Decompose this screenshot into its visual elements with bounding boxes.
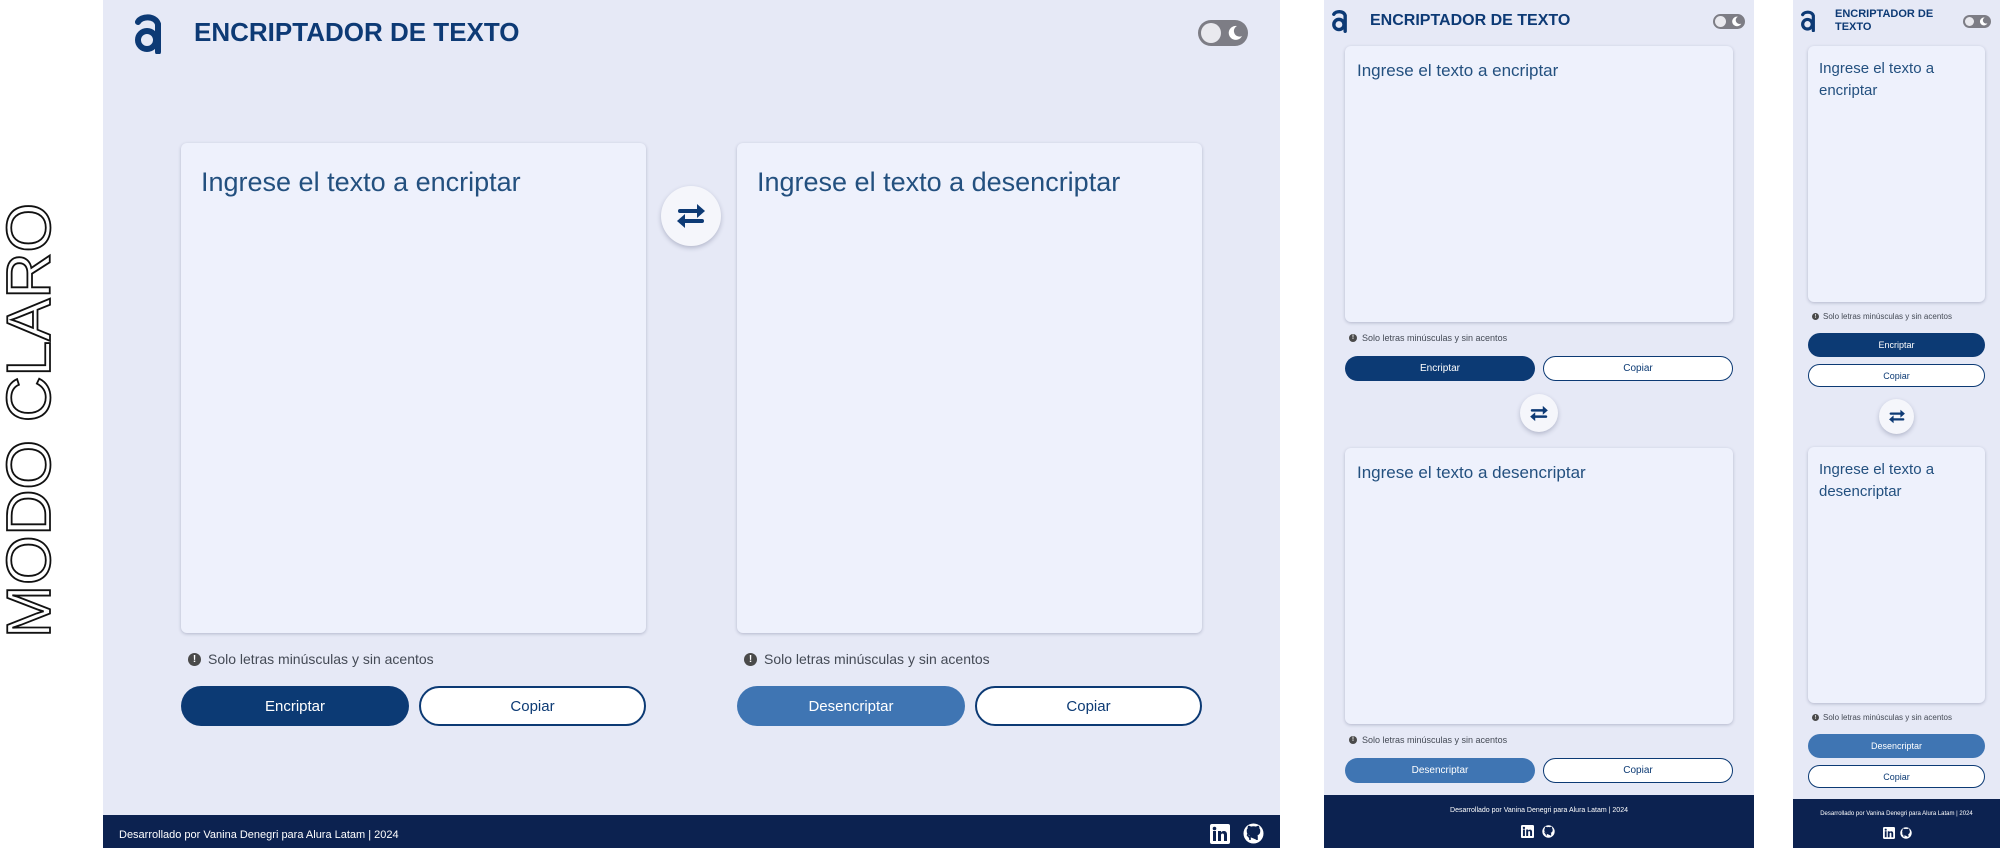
github-icon[interactable] bbox=[1900, 827, 1912, 839]
linkedin-icon[interactable] bbox=[1521, 825, 1534, 838]
alura-a-logo-icon bbox=[1801, 10, 1815, 32]
linkedin-icon[interactable] bbox=[1883, 827, 1895, 839]
github-icon[interactable] bbox=[1243, 823, 1264, 844]
encrypt-hint: ! Solo letras minúsculas y sin acentos bbox=[1349, 333, 1507, 343]
app-title: ENCRIPTADOR DE TEXTO bbox=[1370, 12, 1571, 29]
encrypt-button[interactable]: Encriptar bbox=[181, 686, 409, 726]
info-icon: ! bbox=[1812, 714, 1819, 721]
encrypt-hint: ! Solo letras minúsculas y sin acentos bbox=[188, 651, 434, 667]
info-icon: ! bbox=[744, 652, 757, 666]
decrypt-placeholder: Ingrese el texto a desencriptar bbox=[1819, 461, 1935, 500]
moon-icon bbox=[1979, 17, 1988, 26]
linkedin-icon[interactable] bbox=[1210, 824, 1230, 844]
encrypt-textarea[interactable]: Ingrese el texto a encriptar bbox=[1808, 46, 1985, 302]
decrypt-button[interactable]: Desencriptar bbox=[1808, 734, 1985, 758]
encrypt-hint: ! Solo letras minúsculas y sin acentos bbox=[1812, 312, 1952, 321]
decrypt-textarea[interactable]: Ingrese el texto a desencriptar bbox=[1345, 448, 1733, 724]
decrypt-copy-button[interactable]: Copiar bbox=[1808, 765, 1985, 788]
decrypt-placeholder: Ingrese el texto a desencriptar bbox=[1357, 463, 1586, 482]
app-title: ENCRIPTADOR DE TEXTO bbox=[1835, 8, 1934, 33]
alura-a-logo-icon bbox=[1332, 9, 1347, 33]
swap-button[interactable] bbox=[661, 186, 721, 246]
encrypt-hint-text: Solo letras minúsculas y sin acentos bbox=[1362, 333, 1508, 343]
github-icon[interactable] bbox=[1542, 825, 1555, 838]
app-title: ENCRIPTADOR DE TEXTO bbox=[194, 17, 520, 47]
footer-credit: Desarrollado por Vanina Denegri para Alu… bbox=[119, 829, 399, 841]
decrypt-hint-text: Solo letras minúsculas y sin acentos bbox=[1823, 713, 1952, 722]
decrypt-copy-button[interactable]: Copiar bbox=[975, 686, 1202, 726]
footer: Desarrollado por Vanina Denegri para Alu… bbox=[1793, 799, 2000, 848]
footer: Desarrollado por Vanina Denegri para Alu… bbox=[1324, 795, 1754, 848]
encrypt-button[interactable]: Encriptar bbox=[1345, 356, 1535, 381]
encrypt-placeholder: Ingrese el texto a encriptar bbox=[201, 167, 521, 197]
decrypt-hint: ! Solo letras minúsculas y sin acentos bbox=[1812, 713, 1952, 722]
swap-arrows-icon bbox=[1888, 409, 1905, 424]
mobile-frame: ENCRIPTADOR DE TEXTO Ingrese el texto a … bbox=[1793, 0, 2000, 848]
encrypt-hint-text: Solo letras minúsculas y sin acentos bbox=[208, 651, 434, 667]
info-icon: ! bbox=[1349, 736, 1357, 744]
toggle-knob bbox=[1715, 16, 1726, 27]
theme-toggle[interactable] bbox=[1713, 14, 1745, 29]
theme-toggle[interactable] bbox=[1198, 20, 1248, 46]
encrypt-placeholder: Ingrese el texto a encriptar bbox=[1357, 61, 1559, 80]
toggle-knob bbox=[1965, 17, 1974, 26]
decrypt-hint: ! Solo letras minúsculas y sin acentos bbox=[744, 651, 990, 667]
decrypt-hint: ! Solo letras minúsculas y sin acentos bbox=[1349, 735, 1507, 745]
decrypt-placeholder: Ingrese el texto a desencriptar bbox=[757, 167, 1121, 197]
footer-credit: Desarrollado por Vanina Denegri para Alu… bbox=[1450, 807, 1628, 814]
swap-arrows-icon bbox=[1530, 405, 1548, 421]
info-icon: ! bbox=[1349, 334, 1357, 342]
encrypt-copy-button[interactable]: Copiar bbox=[419, 686, 646, 726]
encrypt-button[interactable]: Encriptar bbox=[1808, 333, 1985, 357]
encrypt-placeholder: Ingrese el texto a encriptar bbox=[1819, 60, 1935, 99]
decrypt-hint-text: Solo letras minúsculas y sin acentos bbox=[764, 651, 990, 667]
moon-icon bbox=[1732, 16, 1742, 27]
decrypt-hint-text: Solo letras minúsculas y sin acentos bbox=[1362, 735, 1508, 745]
decrypt-textarea[interactable]: Ingrese el texto a desencriptar bbox=[737, 143, 1202, 633]
toggle-knob bbox=[1201, 23, 1221, 43]
mode-label: MODO CLARO bbox=[0, 202, 65, 639]
tablet-frame: ENCRIPTADOR DE TEXTO Ingrese el texto a … bbox=[1324, 0, 1754, 848]
encrypt-textarea[interactable]: Ingrese el texto a encriptar bbox=[1345, 46, 1733, 322]
encrypt-hint-text: Solo letras minúsculas y sin acentos bbox=[1823, 312, 1952, 321]
encrypt-copy-button[interactable]: Copiar bbox=[1808, 364, 1985, 387]
info-icon: ! bbox=[188, 652, 201, 666]
info-icon: ! bbox=[1812, 313, 1819, 320]
theme-toggle[interactable] bbox=[1963, 15, 1991, 28]
decrypt-button[interactable]: Desencriptar bbox=[1345, 758, 1535, 783]
moon-icon bbox=[1228, 25, 1242, 40]
swap-button[interactable] bbox=[1520, 394, 1558, 432]
encrypt-textarea[interactable]: Ingrese el texto a encriptar bbox=[181, 143, 646, 633]
swap-button[interactable] bbox=[1879, 399, 1914, 434]
footer: Desarrollado por Vanina Denegri para Alu… bbox=[103, 815, 1280, 848]
desktop-frame: ENCRIPTADOR DE TEXTO Ingrese el texto a … bbox=[103, 0, 1280, 848]
decrypt-textarea[interactable]: Ingrese el texto a desencriptar bbox=[1808, 447, 1985, 703]
mode-label-text: MODO CLARO bbox=[0, 203, 64, 638]
swap-arrows-icon bbox=[677, 204, 705, 228]
footer-credit: Desarrollado por Vanina Denegri para Alu… bbox=[1820, 811, 1973, 817]
alura-a-logo-icon bbox=[135, 14, 161, 54]
decrypt-copy-button[interactable]: Copiar bbox=[1543, 758, 1733, 783]
decrypt-button[interactable]: Desencriptar bbox=[737, 686, 965, 726]
encrypt-copy-button[interactable]: Copiar bbox=[1543, 356, 1733, 381]
